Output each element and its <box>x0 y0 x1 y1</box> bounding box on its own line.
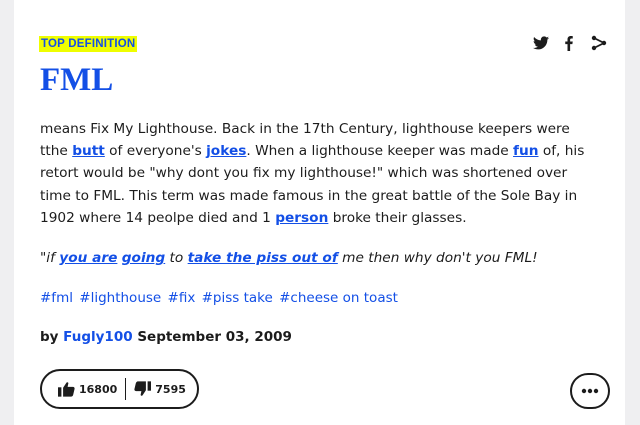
upvote-count: 16800 <box>79 382 118 396</box>
ellipsis-icon <box>581 388 599 394</box>
thumbs-down-icon <box>134 381 152 396</box>
contributor-by: by <box>40 329 59 345</box>
tag-link[interactable]: #piss take <box>202 290 273 306</box>
facebook-share-button[interactable] <box>563 33 575 53</box>
meaning-link-person[interactable]: person <box>275 210 328 226</box>
definition-example: "if you are going to take the piss out o… <box>40 247 600 269</box>
downvote-count: 7595 <box>155 382 186 396</box>
example-text-3: to <box>165 250 188 266</box>
meaning-text-5: broke their glasses. <box>328 209 467 226</box>
example-text-1: "if <box>40 250 60 266</box>
tag-link[interactable]: #fix <box>168 290 196 306</box>
example-link-going[interactable]: going <box>122 250 165 266</box>
post-date: September 03, 2009 <box>137 329 292 345</box>
example-link-take-the-piss-out-of[interactable]: take the piss out of <box>188 250 338 266</box>
author-link[interactable]: Fugly100 <box>63 329 132 345</box>
tag-link[interactable]: #lighthouse <box>79 290 161 306</box>
twitter-icon <box>533 36 549 50</box>
word-title[interactable]: FML <box>40 58 113 102</box>
twitter-share-button[interactable] <box>532 33 550 53</box>
contributor-line: by Fugly100 September 03, 2009 <box>40 326 292 348</box>
share-icon <box>591 35 607 51</box>
top-definition-badge: TOP DEFINITION <box>39 36 138 52</box>
meaning-link-fun[interactable]: fun <box>513 143 538 159</box>
vote-controls: 16800 7595 <box>40 369 199 409</box>
more-share-button[interactable] <box>590 33 608 53</box>
meaning-link-butt[interactable]: butt <box>72 143 105 159</box>
facebook-icon <box>565 35 573 51</box>
thumbs-up-icon <box>58 382 75 397</box>
tag-list: #fml #lighthouse #fix #piss take #cheese… <box>40 287 400 309</box>
definition-meaning: means Fix My Lighthouse. Back in the 17t… <box>40 118 600 229</box>
downvote-button[interactable]: 7595 <box>126 371 186 407</box>
tag-link[interactable]: #fml <box>40 290 73 306</box>
meaning-text-2: of everyone's <box>104 143 207 160</box>
more-options-button[interactable] <box>570 373 610 409</box>
tag-link[interactable]: #cheese on toast <box>279 290 398 306</box>
meaning-link-jokes[interactable]: jokes <box>206 143 246 159</box>
meaning-text-3: . When a lighthouse keeper was made <box>246 143 514 160</box>
definition-card: TOP DEFINITION FML means Fix My Lighthou… <box>14 0 625 425</box>
upvote-button[interactable]: 16800 <box>42 378 127 400</box>
example-text-4: me then why don't you FML! <box>337 250 538 266</box>
example-link-you-are[interactable]: you are <box>59 250 117 266</box>
